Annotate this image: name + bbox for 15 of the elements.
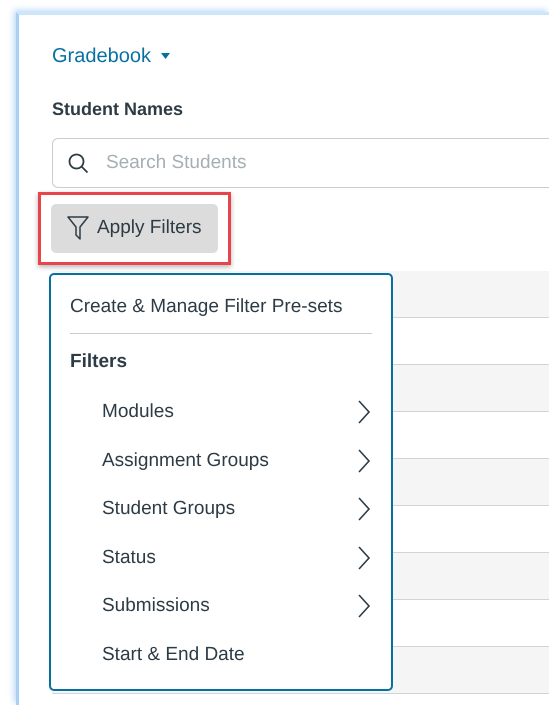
menu-item[interactable]: Student Groups [51, 485, 391, 534]
menu-item[interactable]: Create & Manage Filter Pre-sets [51, 283, 391, 332]
search-field[interactable]: Search Students [52, 138, 549, 188]
caret-icon [160, 53, 170, 59]
menu-item[interactable]: Modules [51, 388, 391, 436]
gradebook-dropdown[interactable]: Gradebook [52, 41, 170, 71]
menu-section-heading: Filters [69, 350, 128, 374]
menu-item[interactable]: Start & End Date [51, 630, 391, 679]
menu-item[interactable]: Status [51, 534, 391, 582]
filter-icon [67, 216, 89, 240]
menu-item[interactable]: Assignment Groups [51, 436, 391, 485]
apply-filters-button[interactable]: Apply Filters [51, 204, 218, 252]
column-heading: Student Names [52, 98, 184, 121]
menu-item[interactable]: Submissions [51, 582, 391, 630]
search-icon [68, 153, 89, 174]
